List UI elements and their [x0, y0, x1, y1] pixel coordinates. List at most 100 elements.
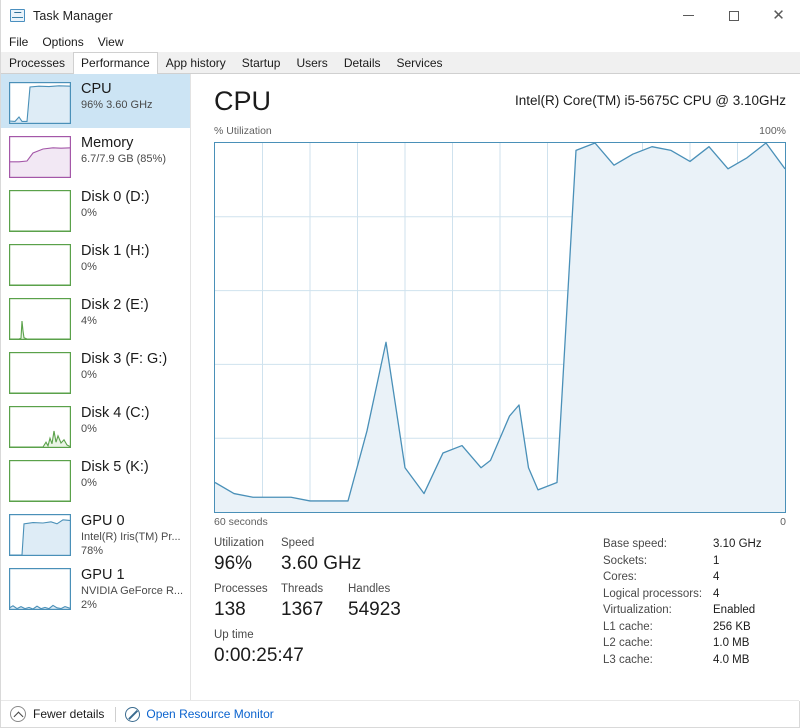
spec-key: Logical processors:	[603, 587, 703, 600]
cpu-model-label: Intel(R) Core(TM) i5-5675C CPU @ 3.10GHz	[514, 93, 786, 108]
tab-strip: Processes Performance App history Startup Us…	[1, 52, 800, 74]
window-title: Task Manager	[33, 8, 113, 23]
sidebar-item-label: CPU	[81, 81, 112, 97]
spec-value: 1.0 MB	[713, 637, 750, 649]
spec-key: Virtualization:	[603, 604, 672, 616]
tab-users[interactable]: Users	[288, 52, 335, 73]
graph-bottom-axis: 60 seconds 0	[214, 516, 786, 530]
uptime-value: 0:00:25:47	[214, 645, 304, 666]
processes-value: 138	[214, 599, 246, 620]
sidebar-item-disk-1-h[interactable]: Disk 1 (H:) 0%	[1, 236, 190, 290]
spec-row: L1 cache: 256 KB	[603, 619, 800, 636]
tab-processes[interactable]: Processes	[1, 52, 73, 73]
sidebar-item-disk-2-e[interactable]: Disk 2 (E:) 4%	[1, 290, 190, 344]
utilization-value: 96%	[214, 553, 253, 574]
spec-value: 4.0 MB	[713, 653, 750, 666]
sidebar-item-disk-4-c[interactable]: Disk 4 (C:) 0%	[1, 398, 190, 452]
handles-label: Handles	[348, 583, 391, 595]
spec-row: L3 cache: 4.0 MB	[603, 652, 800, 669]
sidebar-item-detail: 0%	[81, 207, 97, 219]
cpu-chart-svg	[215, 143, 785, 512]
sidebar-item-disk-5-k[interactable]: Disk 5 (K:) 0%	[1, 452, 190, 506]
sidebar-item-memory[interactable]: Memory 6.7/7.9 GB (85%)	[1, 128, 190, 182]
spec-key: L2 cache:	[603, 637, 653, 649]
spec-row: Base speed: 3.10 GHz	[603, 536, 800, 553]
spec-value: 3.10 GHz	[713, 538, 762, 550]
resource-monitor-icon	[125, 706, 141, 722]
y-axis-label: % Utilization	[214, 125, 272, 137]
cpu-utilization-graph	[214, 142, 786, 513]
sidebar-item-detail: 0%	[81, 369, 97, 381]
spec-row: L2 cache: 1.0 MB	[603, 635, 800, 652]
sidebar-item-disk-0-d[interactable]: Disk 0 (D:) 0%	[1, 182, 190, 236]
sidebar-item-detail: 0%	[81, 477, 97, 489]
sidebar-item-gpu-0[interactable]: GPU 0 Intel(R) Iris(TM) Pr... 78%	[1, 506, 190, 560]
processes-label: Processes	[214, 583, 268, 595]
sidebar-thumbnail-graph	[9, 244, 71, 286]
graph-top-axis: % Utilization 100%	[214, 125, 786, 139]
spec-value: 4	[713, 587, 720, 600]
spec-row: Sockets: 1	[603, 553, 800, 570]
x-axis-label: 60 seconds	[214, 516, 268, 528]
open-resource-monitor-label: Open Resource Monitor	[146, 707, 274, 721]
content-area: CPU 96% 3.60 GHz Memory 6.7/7.9 GB (85%) Dis…	[1, 74, 800, 701]
sidebar-item-detail: 6.7/7.9 GB (85%)	[81, 153, 166, 165]
spec-key: Cores:	[603, 571, 637, 583]
task-manager-icon	[10, 8, 26, 24]
sidebar-item-label: Disk 3 (F: G:)	[81, 351, 168, 367]
tab-app-history[interactable]: App history	[158, 52, 234, 73]
status-bar: Fewer details Open Resource Monitor	[1, 700, 799, 727]
status-divider	[115, 706, 117, 722]
sidebar-thumbnail-graph	[9, 352, 71, 394]
fewer-details-button[interactable]: Fewer details	[10, 706, 104, 722]
open-resource-monitor-link[interactable]: Open Resource Monitor	[125, 706, 274, 722]
spec-key: Base speed:	[603, 538, 667, 550]
sidebar-item-text: GPU 1 NVIDIA GeForce R... 2%	[81, 566, 183, 612]
y-axis-max-label: 100%	[759, 125, 786, 137]
sidebar-item-detail: 4%	[81, 315, 97, 327]
speed-value: 3.60 GHz	[281, 553, 362, 574]
task-manager-window: Task Manager ✕ File Options View Processes…	[0, 0, 800, 728]
menu-item-view[interactable]: View	[91, 33, 131, 51]
performance-sidebar[interactable]: CPU 96% 3.60 GHz Memory 6.7/7.9 GB (85%) Dis…	[1, 74, 191, 701]
sidebar-item-label: Disk 1 (H:)	[81, 243, 150, 259]
sidebar-item-label: GPU 0	[81, 513, 125, 529]
spec-key: Sockets:	[603, 554, 648, 567]
sidebar-item-text: Disk 1 (H:) 0%	[81, 242, 149, 274]
spec-value: 4	[713, 571, 720, 583]
cpu-detail-panel: CPU Intel(R) Core(TM) i5-5675C CPU @ 3.1…	[191, 74, 800, 701]
maximize-button[interactable]	[711, 0, 756, 31]
sidebar-item-disk-3-f-g[interactable]: Disk 3 (F: G:) 0%	[1, 344, 190, 398]
tab-services[interactable]: Services	[389, 52, 451, 73]
sidebar-item-label: Disk 5 (K:)	[81, 459, 149, 475]
tab-performance[interactable]: Performance	[73, 52, 158, 74]
minimize-button[interactable]	[666, 0, 711, 31]
sidebar-item-label: Memory	[81, 135, 134, 151]
uptime-label: Up time	[214, 629, 254, 641]
menu-item-file[interactable]: File	[2, 33, 35, 51]
sidebar-item-text: CPU 96% 3.60 GHz	[81, 80, 153, 112]
sidebar-item-usage: 2%	[81, 599, 97, 611]
menu-item-options[interactable]: Options	[35, 33, 90, 51]
sidebar-item-cpu[interactable]: CPU 96% 3.60 GHz	[1, 74, 190, 128]
sidebar-thumbnail-graph	[9, 190, 71, 232]
sidebar-item-detail: NVIDIA GeForce R...	[81, 585, 184, 597]
tab-startup[interactable]: Startup	[234, 52, 289, 73]
window-controls: ✕	[666, 0, 800, 31]
sidebar-thumbnail-graph	[9, 460, 71, 502]
sidebar-item-usage: 78%	[81, 545, 104, 557]
sidebar-item-label: Disk 4 (C:)	[81, 405, 150, 421]
sidebar-item-text: Disk 2 (E:) 4%	[81, 296, 149, 328]
sidebar-thumbnail-graph	[9, 568, 71, 610]
cpu-stats: Utilization Speed 96% 3.60 GHz Processes…	[214, 536, 424, 674]
sidebar-item-text: Disk 5 (K:) 0%	[81, 458, 149, 490]
threads-value: 1367	[281, 599, 324, 620]
sidebar-thumbnail-graph	[9, 82, 71, 124]
tab-details[interactable]: Details	[336, 52, 389, 73]
sidebar-thumbnail-graph	[9, 298, 71, 340]
sidebar-item-gpu-1[interactable]: GPU 1 NVIDIA GeForce R... 2%	[1, 560, 190, 614]
spec-value: Enabled	[713, 604, 756, 616]
close-button[interactable]: ✕	[756, 0, 800, 31]
sidebar-item-detail: Intel(R) Iris(TM) Pr...	[81, 531, 181, 543]
spec-row: Virtualization: Enabled	[603, 602, 800, 619]
